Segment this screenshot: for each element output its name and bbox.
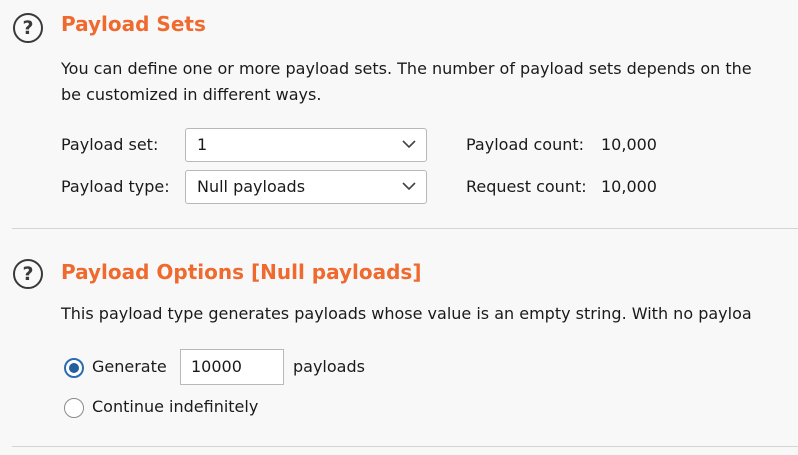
payload-sets-description-line1: You can define one or more payload sets.…	[61, 59, 752, 78]
payload-options-description: This payload type generates payloads who…	[61, 304, 752, 323]
payload-set-label: Payload set:	[61, 135, 159, 154]
payload-type-value: Null payloads	[197, 177, 306, 196]
payload-sets-description-line2: be customized in different ways.	[61, 85, 322, 104]
request-count-label: Request count:	[466, 177, 587, 196]
payload-type-select[interactable]: Null payloads	[185, 170, 427, 204]
generate-radio[interactable]	[64, 358, 84, 378]
generate-count-input[interactable]: 10000	[180, 349, 284, 385]
chevron-down-icon	[402, 140, 416, 149]
chevron-down-icon	[402, 182, 416, 191]
payload-count-value: 10,000	[601, 135, 657, 154]
continue-indefinitely-label: Continue indefinitely	[92, 397, 259, 416]
payload-options-title: Payload Options [Null payloads]	[61, 260, 422, 284]
help-icon[interactable]: ?	[13, 13, 43, 43]
payload-type-label: Payload type:	[61, 177, 170, 196]
payload-set-value: 1	[197, 135, 208, 154]
request-count-value: 10,000	[601, 177, 657, 196]
continue-indefinitely-radio[interactable]	[64, 398, 84, 418]
generate-label: Generate	[92, 357, 167, 376]
section-divider	[12, 446, 798, 447]
payload-set-select[interactable]: 1	[185, 128, 427, 162]
payload-sets-title: Payload Sets	[61, 12, 206, 36]
section-divider	[12, 228, 798, 229]
payload-count-label: Payload count:	[466, 135, 585, 154]
help-icon[interactable]: ?	[13, 259, 43, 289]
payloads-suffix-label: payloads	[293, 357, 365, 376]
